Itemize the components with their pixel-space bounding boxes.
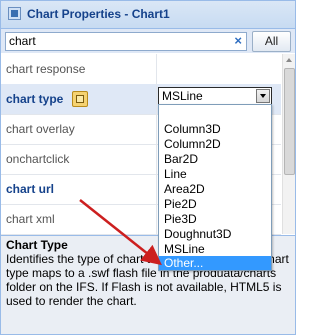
help-icon[interactable] — [72, 91, 88, 107]
chart-type-value: MSLine — [162, 89, 203, 103]
dropdown-option[interactable]: Pie3D — [159, 212, 271, 226]
clear-icon[interactable]: × — [234, 33, 242, 49]
search-box: × — [5, 32, 247, 51]
dropdown-option-other[interactable]: Other... — [159, 256, 271, 270]
dropdown-option[interactable]: Bar2D — [159, 152, 271, 166]
dropdown-option[interactable]: Line — [159, 167, 271, 181]
window-title: Chart Properties - Chart1 — [27, 7, 170, 21]
title-bar: Chart Properties - Chart1 — [1, 1, 295, 29]
dropdown-option[interactable]: Area2D — [159, 182, 271, 196]
property-name: chart xml — [6, 212, 55, 226]
property-row-chart-response[interactable]: chart response — [1, 54, 281, 85]
chart-type-dropdown[interactable]: Column3D Column2D Bar2D Line Area2D Pie2… — [158, 104, 272, 271]
scroll-up-icon[interactable] — [283, 54, 295, 66]
dropdown-option[interactable]: Doughnut3D — [159, 227, 271, 241]
gear-icon — [8, 7, 21, 20]
dropdown-option[interactable]: MSLine — [159, 242, 271, 256]
description-title: Chart Type — [6, 238, 68, 252]
property-name: onchartclick — [6, 152, 70, 166]
search-input[interactable] — [9, 34, 229, 48]
dropdown-option[interactable]: Column3D — [159, 122, 271, 136]
search-bar: × All — [1, 29, 295, 53]
chevron-down-icon[interactable] — [256, 89, 270, 103]
dropdown-option[interactable] — [159, 107, 271, 121]
property-name: chart url — [6, 182, 55, 196]
property-name: chart response — [6, 62, 86, 76]
dropdown-option[interactable]: Column2D — [159, 137, 271, 151]
grid-scrollbar[interactable] — [282, 54, 295, 234]
property-name: chart type — [6, 92, 64, 106]
column-divider — [156, 54, 157, 234]
dropdown-option[interactable]: Pie2D — [159, 197, 271, 211]
scroll-thumb[interactable] — [284, 68, 295, 175]
all-button[interactable]: All — [252, 31, 291, 52]
property-name: chart overlay — [6, 122, 75, 136]
chart-type-select[interactable]: MSLine — [158, 87, 272, 105]
